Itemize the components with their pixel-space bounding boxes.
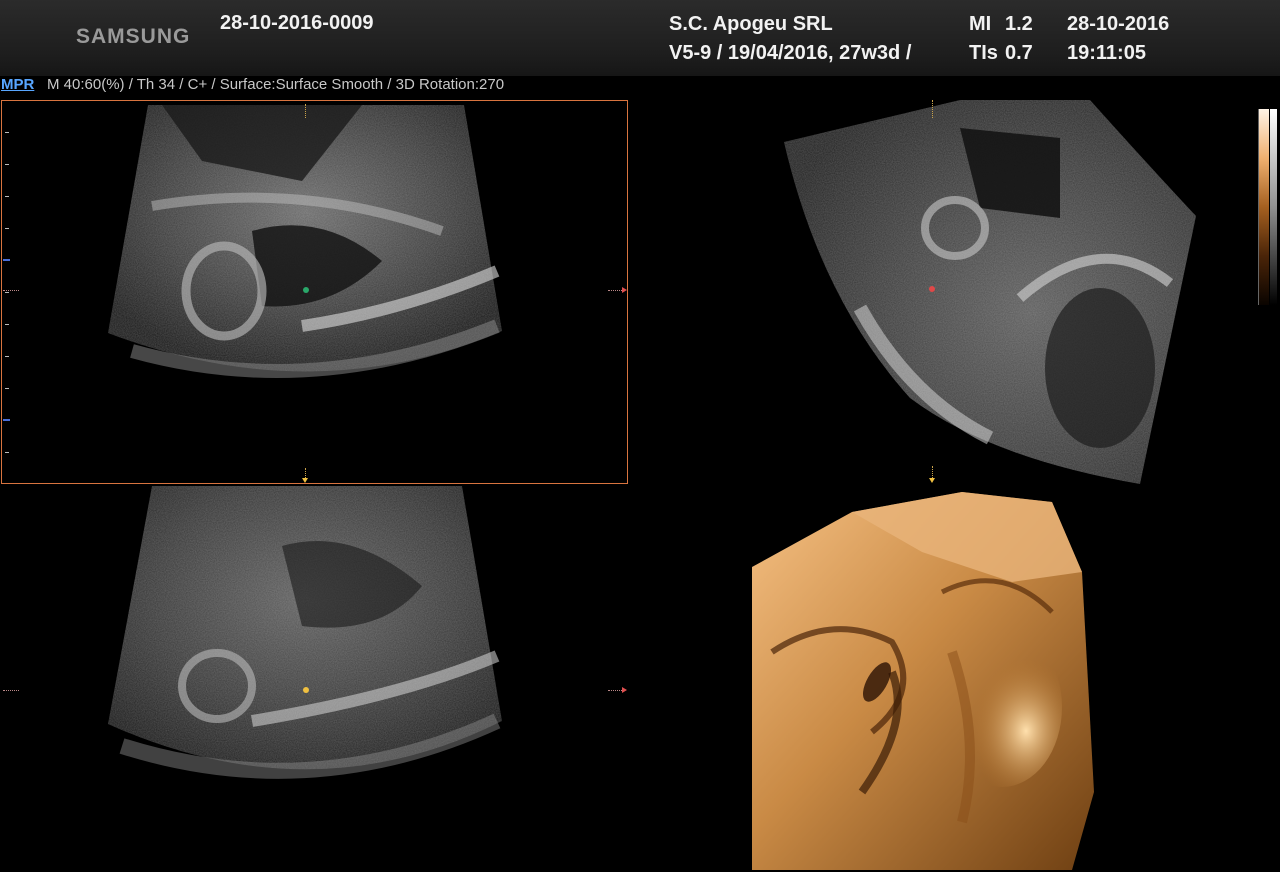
ultrasound-image-a — [108, 105, 502, 378]
header-bar: SAMSUNG 28-10-2016-0009 S.C. Apogeu SRL … — [0, 0, 1280, 76]
mi-value: 1.2 — [1005, 13, 1033, 35]
study-info: V5-9 / 19/04/2016, 27w3d / — [669, 42, 912, 64]
render-parameters: M 40:60(%) / Th 34 / C+ / Surface:Surfac… — [47, 76, 505, 93]
arrow-right-icon — [622, 687, 627, 693]
view-c-plane[interactable] — [2, 486, 626, 872]
mi-label: MI — [969, 13, 992, 35]
status-line: MPR M 40:60(%) / Th 34 / C+ / Surface:Su… — [0, 76, 1280, 96]
exam-time: 19:11:05 — [1067, 42, 1146, 64]
focus-marker — [3, 259, 10, 261]
tis-label: TIs — [969, 42, 998, 64]
tis-value: 0.7 — [1005, 42, 1033, 64]
ref-line-b-top — [932, 100, 933, 118]
view-a-plane[interactable] — [2, 101, 626, 482]
view-c-center-marker — [303, 687, 309, 693]
arrow-right-icon — [622, 287, 627, 293]
arrow-down-icon — [302, 478, 308, 483]
mpr-mode-button[interactable]: MPR — [1, 76, 34, 93]
ref-line-left — [3, 690, 19, 691]
ultrasound-image-b — [784, 100, 1196, 484]
patient-id: 28-10-2016-0009 — [220, 12, 374, 34]
view-b-center-marker — [929, 286, 935, 292]
exam-date: 28-10-2016 — [1067, 13, 1170, 35]
institution-name: S.C. Apogeu SRL — [669, 13, 833, 35]
view-3d-render[interactable] — [752, 492, 1094, 870]
gray-scale-bar — [1270, 109, 1277, 305]
ref-line-top — [305, 104, 306, 118]
arrow-down-icon — [929, 478, 935, 483]
ultrasound-image-c — [108, 486, 502, 779]
view-b-plane[interactable] — [760, 98, 1250, 486]
rendered-3d-image — [752, 492, 1094, 870]
color-scale-bar — [1258, 109, 1269, 305]
ref-line-left — [3, 290, 19, 291]
focus-marker — [3, 419, 10, 421]
brand-logo: SAMSUNG — [76, 25, 191, 48]
view-a-center-marker — [303, 287, 309, 293]
